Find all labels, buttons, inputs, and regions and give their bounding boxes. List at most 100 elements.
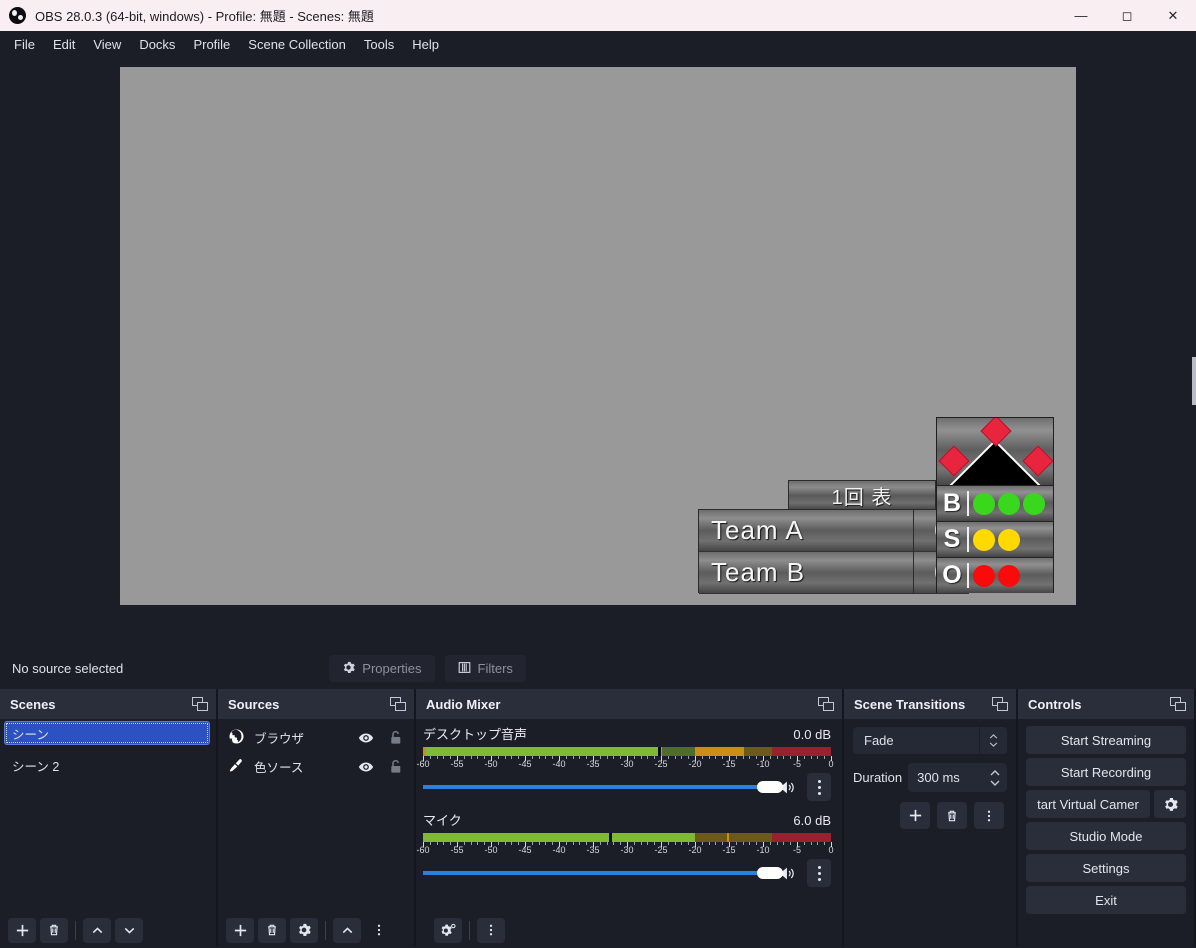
menu-item-file[interactable]: File xyxy=(5,34,44,55)
scenes-list[interactable]: シーン シーン 2 xyxy=(0,719,216,913)
baseball-scoreboard-overlay[interactable]: 1回 表 Team A 0 Team B 0 xyxy=(698,417,1054,594)
transition-more-icon[interactable] xyxy=(974,802,1004,829)
popout-icon[interactable] xyxy=(390,697,406,711)
scene-transitions-title: Scene Transitions xyxy=(854,696,966,712)
meter-tick-label: -10 xyxy=(756,759,770,769)
lock-icon[interactable] xyxy=(389,730,403,746)
meter-tick-minor xyxy=(810,756,812,759)
exit-button[interactable]: Exit xyxy=(1026,886,1186,914)
sidebar-item-scene-2[interactable]: シーン 2 xyxy=(0,753,216,777)
menu-item-help[interactable]: Help xyxy=(403,34,448,55)
volume-slider[interactable] xyxy=(423,778,784,796)
move-scene-up-button[interactable] xyxy=(83,917,111,943)
audio-track-more-icon[interactable] xyxy=(807,773,831,801)
duration-label: Duration xyxy=(853,770,903,785)
meter-tick-label: -40 xyxy=(552,759,566,769)
meter-tick-minor xyxy=(742,842,744,845)
preview-canvas[interactable]: 1回 表 Team A 0 Team B 0 xyxy=(120,67,1076,605)
list-item[interactable]: ブラウザ xyxy=(218,723,414,752)
sources-title: Sources xyxy=(228,696,280,712)
add-source-button[interactable] xyxy=(226,917,254,943)
out-dot xyxy=(998,564,1020,587)
lock-icon[interactable] xyxy=(389,759,403,775)
meter-tick-minor xyxy=(790,842,792,845)
move-source-up-button[interactable] xyxy=(333,917,361,943)
sources-more-icon[interactable] xyxy=(365,918,393,943)
remove-source-button[interactable] xyxy=(258,917,286,943)
move-scene-down-button[interactable] xyxy=(115,917,143,943)
menu-item-edit[interactable]: Edit xyxy=(44,34,84,55)
scene-label: シーン 2 xyxy=(12,759,60,774)
menu-item-profile[interactable]: Profile xyxy=(184,34,239,55)
meter-tick-minor xyxy=(810,842,812,845)
popout-icon[interactable] xyxy=(818,697,834,711)
meter-tick-minor xyxy=(633,756,635,759)
menu-item-view[interactable]: View xyxy=(84,34,130,55)
toolbar-separator xyxy=(75,920,76,940)
team-a-name: Team A xyxy=(699,510,913,552)
meter-tick-minor xyxy=(579,756,581,759)
volume-slider[interactable] xyxy=(423,864,784,882)
virtual-camera-gear-icon[interactable] xyxy=(1154,790,1186,818)
menu-item-scene-collection[interactable]: Scene Collection xyxy=(239,34,355,55)
menu-item-tools[interactable]: Tools xyxy=(355,34,403,55)
meter-tick-minor xyxy=(790,756,792,759)
meter-tick-minor xyxy=(715,756,717,759)
meter-tick-label: -55 xyxy=(450,845,464,855)
preview-resize-handle[interactable] xyxy=(1192,357,1196,405)
popout-icon[interactable] xyxy=(192,697,208,711)
meter-tick-label: -40 xyxy=(552,845,566,855)
list-item[interactable]: 色ソース xyxy=(218,752,414,781)
stepper-arrows-icon[interactable] xyxy=(983,769,1007,786)
meter-tick-minor xyxy=(735,842,737,845)
audio-level-meter xyxy=(423,747,831,756)
studio-mode-button[interactable]: Studio Mode xyxy=(1026,822,1186,850)
menu-item-docks[interactable]: Docks xyxy=(130,34,184,55)
meter-tick-minor xyxy=(545,756,547,759)
filters-button[interactable]: Filters xyxy=(444,655,526,682)
strike-dot xyxy=(998,528,1020,551)
duration-row: Duration 300 ms xyxy=(853,763,1007,792)
popout-icon[interactable] xyxy=(992,697,1008,711)
start-recording-button[interactable]: Start Recording xyxy=(1026,758,1186,786)
settings-button[interactable]: Settings xyxy=(1026,854,1186,882)
remove-scene-button[interactable] xyxy=(40,917,68,943)
duration-stepper[interactable]: 300 ms xyxy=(908,763,1007,792)
minimize-button[interactable]: — xyxy=(1058,0,1104,31)
preview-area[interactable]: 1回 表 Team A 0 Team B 0 xyxy=(0,57,1196,648)
audio-track-desktop: デスクトップ音声 0.0 dB -60 -55 -50 -45 -40 -35 -30 -25… xyxy=(416,719,842,801)
popout-icon[interactable] xyxy=(1170,697,1186,711)
controls-title: Controls xyxy=(1028,696,1082,712)
remove-transition-button[interactable] xyxy=(937,802,967,829)
scene-transitions-buttons xyxy=(853,802,1007,829)
visibility-eye-icon[interactable] xyxy=(358,730,374,746)
meter-tick-minor xyxy=(783,756,785,759)
audio-mixer-more-icon[interactable] xyxy=(477,917,505,943)
meter-tick-minor xyxy=(572,842,574,845)
visibility-eye-icon[interactable] xyxy=(358,759,374,775)
meter-tick-minor xyxy=(497,842,499,845)
meter-tick-minor xyxy=(538,842,540,845)
meter-tick-label: -45 xyxy=(518,759,532,769)
maximize-button[interactable]: ◻ xyxy=(1104,0,1150,31)
chevron-updown-icon[interactable] xyxy=(979,727,1007,754)
close-button[interactable]: ✕ xyxy=(1150,0,1196,31)
sources-list[interactable]: ブラウザ 色ソース xyxy=(218,719,414,913)
audio-track-more-icon[interactable] xyxy=(807,859,831,887)
source-properties-button[interactable] xyxy=(290,917,318,943)
start-virtual-camera-button[interactable]: tart Virtual Camer xyxy=(1026,790,1150,818)
start-streaming-button[interactable]: Start Streaming xyxy=(1026,726,1186,754)
meter-tick-minor xyxy=(776,756,778,759)
add-transition-button[interactable] xyxy=(900,802,930,829)
add-scene-button[interactable] xyxy=(8,917,36,943)
advanced-audio-properties-icon[interactable] xyxy=(434,917,462,943)
meter-tick-minor xyxy=(776,842,778,845)
filters-label: Filters xyxy=(477,661,513,676)
meter-tick-label: -50 xyxy=(484,759,498,769)
sidebar-item-scene-1[interactable]: シーン xyxy=(4,721,210,745)
properties-button[interactable]: Properties xyxy=(329,655,435,682)
transition-select[interactable]: Fade xyxy=(853,727,1007,754)
dock-area: Scenes シーン シーン 2 Sources ブラウザ 色ソース Audio… xyxy=(0,689,1196,947)
meter-tick-minor xyxy=(749,842,751,845)
meter-tick-label: -60 xyxy=(416,845,430,855)
